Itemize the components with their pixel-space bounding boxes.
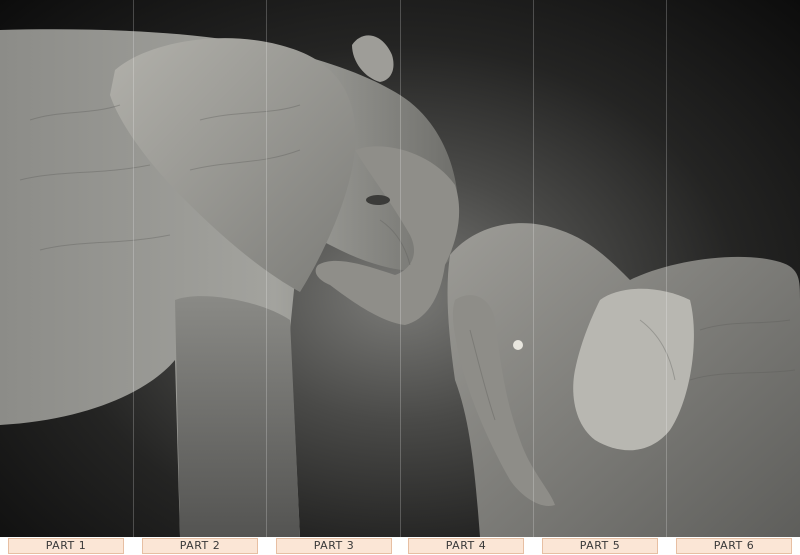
panel-label-2: PART 2: [142, 538, 258, 554]
elephant-photo: [0, 0, 800, 537]
panel-seam: [133, 0, 134, 537]
adult-elephant-eye: [366, 195, 390, 205]
panel-labels: PART 1 PART 2 PART 3 PART 4 PART 5 PART …: [0, 537, 800, 555]
panel-seam: [666, 0, 667, 537]
panel-seam: [400, 0, 401, 537]
panel-label-1: PART 1: [8, 538, 124, 554]
baby-elephant-eye: [513, 340, 523, 350]
panel-seam: [266, 0, 267, 537]
panel-seam: [533, 0, 534, 537]
panel-label-4: PART 4: [408, 538, 524, 554]
panel-label-3: PART 3: [276, 538, 392, 554]
panel-label-5: PART 5: [542, 538, 658, 554]
adult-elephant-leg: [175, 296, 300, 537]
panel-label-6: PART 6: [676, 538, 792, 554]
